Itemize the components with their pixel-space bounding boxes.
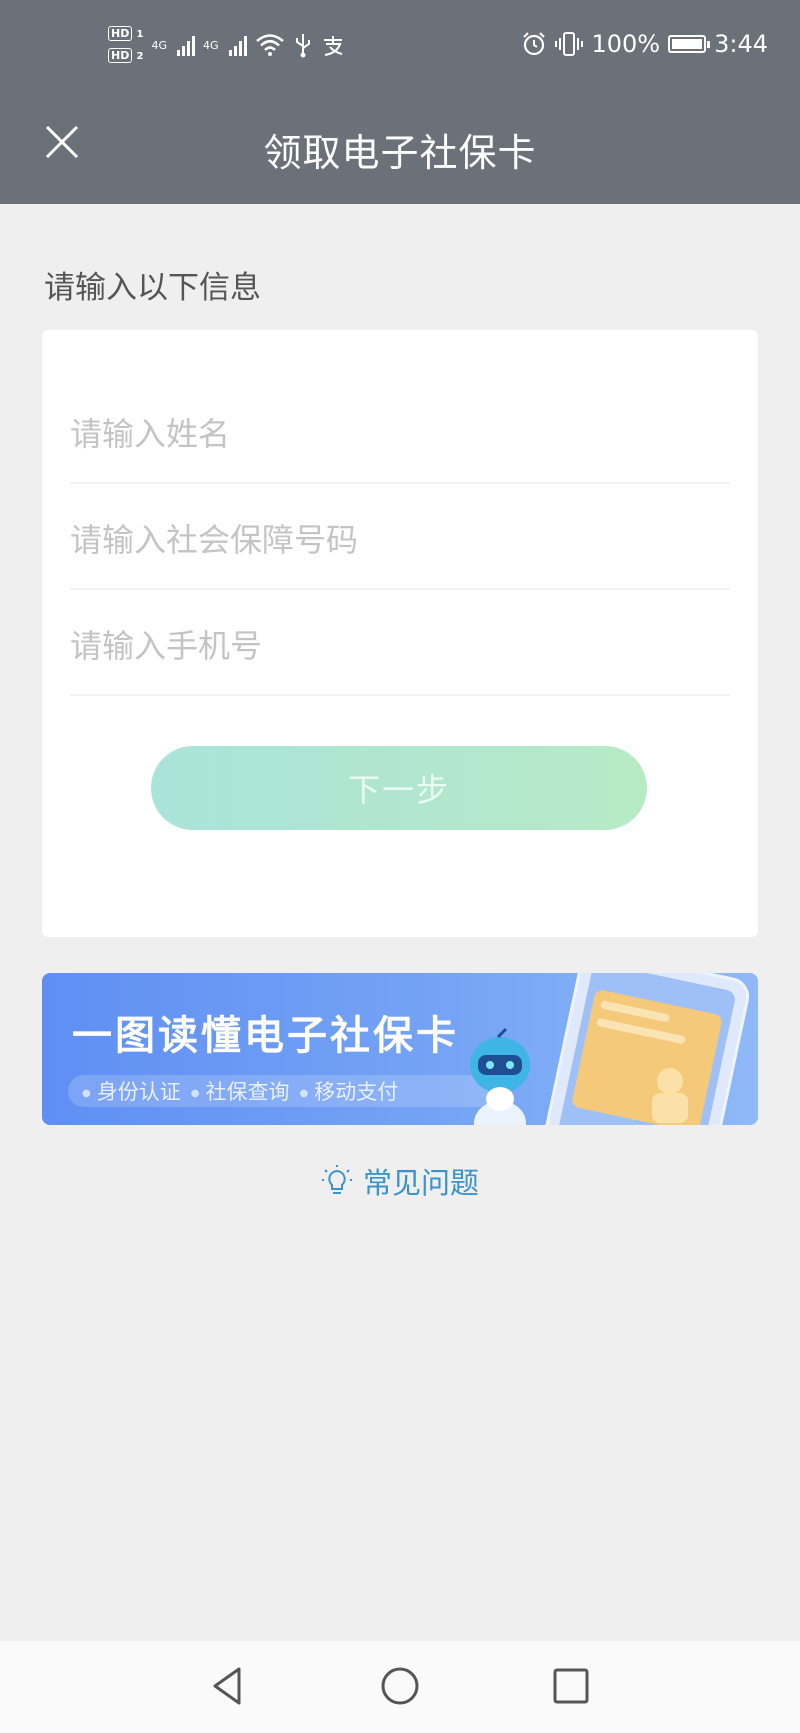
- tag-payment: 移动支付: [299, 1076, 398, 1106]
- hd-indicators: HD 1 HD 2: [108, 26, 144, 64]
- hd1-badge: HD 1: [108, 26, 144, 42]
- home-circle-icon[interactable]: [377, 1663, 423, 1709]
- faq-label: 常见问题: [362, 1166, 479, 1200]
- page-title: 领取电子社保卡: [263, 131, 537, 175]
- lightbulb-icon: [321, 1165, 352, 1194]
- mascot-card-illustration: [470, 973, 750, 1125]
- status-right: 100% 3:44: [521, 30, 768, 58]
- name-input[interactable]: 请输入姓名: [70, 382, 730, 484]
- network-type-2: 4G: [203, 38, 219, 52]
- alarm-icon: [523, 32, 546, 56]
- tag-identity: 身份认证: [82, 1076, 181, 1106]
- ssn-input[interactable]: 请输入社会保障号码: [70, 488, 730, 590]
- section-title: 请输入以下信息: [44, 270, 261, 306]
- recents-square-icon[interactable]: [548, 1663, 594, 1709]
- phone-input[interactable]: 请输入手机号: [70, 594, 730, 696]
- faq-link[interactable]: 常见问题: [0, 1160, 800, 1202]
- network-type-1: 4G: [151, 38, 168, 52]
- banner-tags: 身份认证 社保查询 移动支付: [68, 1075, 512, 1107]
- promo-banner[interactable]: 一图读懂电子社保卡 身份认证 社保查询 移动支付: [42, 973, 758, 1125]
- battery-percent: 100%: [591, 30, 661, 58]
- wifi-icon: [255, 34, 284, 56]
- banner-title: 一图读懂电子社保卡: [72, 1013, 459, 1059]
- form-card: 请输入姓名 请输入社会保障号码 请输入手机号 下一步: [42, 330, 758, 937]
- battery-charging-icon: [668, 35, 711, 53]
- status-left: HD 1 HD 2 4G 4G: [108, 26, 345, 64]
- signal-icon: [177, 34, 196, 56]
- system-nav-bar: [0, 1641, 800, 1733]
- header-bar: 领取电子社保卡: [0, 100, 800, 204]
- next-button[interactable]: 下一步: [151, 746, 647, 830]
- vibrate-icon: [555, 32, 584, 56]
- signal-icon-2: [228, 34, 247, 56]
- back-triangle-icon[interactable]: [205, 1663, 251, 1709]
- clock: 3:44: [714, 30, 768, 58]
- tag-query: 社保查询: [191, 1076, 289, 1106]
- usb-icon: [295, 34, 310, 58]
- hd2-badge: HD 2: [108, 48, 144, 64]
- status-bar: HD 1 HD 2 4G 4G 100% 3:44: [0, 0, 800, 100]
- alipay-icon: [323, 36, 342, 56]
